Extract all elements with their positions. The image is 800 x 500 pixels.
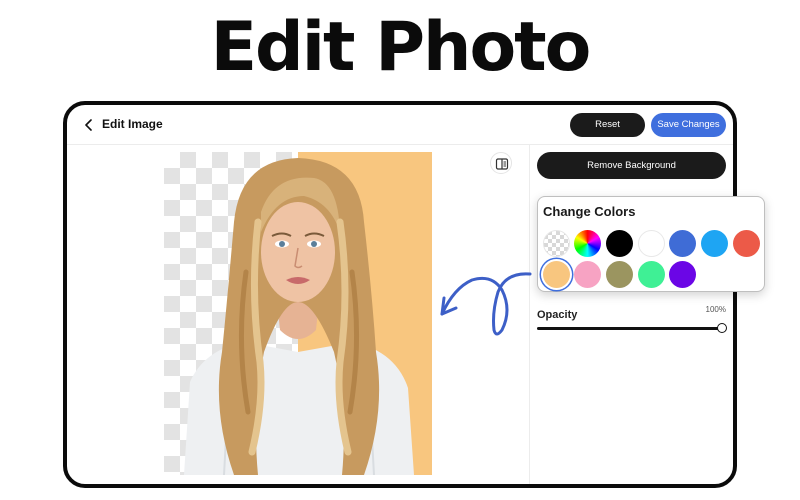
remove-background-button[interactable]: Remove Background xyxy=(537,152,726,179)
swatch-black[interactable] xyxy=(606,230,633,257)
swatch-white[interactable] xyxy=(638,230,665,257)
compare-toggle-button[interactable] xyxy=(490,152,512,174)
swatch-coral-red[interactable] xyxy=(733,230,760,257)
opacity-value: 100% xyxy=(705,305,726,314)
swatch-custom-color-picker[interactable] xyxy=(574,230,601,257)
change-colors-panel: Change Colors xyxy=(537,196,765,292)
swatch-royal-blue[interactable] xyxy=(669,230,696,257)
chevron-left-icon xyxy=(85,119,92,131)
photo-canvas[interactable] xyxy=(164,152,432,475)
top-bar: Edit Image Reset Save Changes xyxy=(67,105,733,145)
back-button[interactable] xyxy=(81,117,97,133)
split-view-icon xyxy=(495,158,509,170)
hand-drawn-arrow-icon xyxy=(440,272,532,336)
portrait-photo xyxy=(184,158,414,475)
swatch-mint[interactable] xyxy=(638,261,665,288)
swatch-peach[interactable] xyxy=(543,261,570,288)
swatch-olive[interactable] xyxy=(606,261,633,288)
swatch-pink[interactable] xyxy=(574,261,601,288)
swatch-violet[interactable] xyxy=(669,261,696,288)
hero-title: Edit Photo xyxy=(210,8,592,87)
opacity-slider-thumb[interactable] xyxy=(717,323,727,333)
swatch-sky-blue[interactable] xyxy=(701,230,728,257)
opacity-slider-track[interactable] xyxy=(537,327,723,330)
swatch-transparent[interactable] xyxy=(543,230,570,257)
change-colors-title: Change Colors xyxy=(543,204,636,219)
opacity-label: Opacity xyxy=(537,309,578,321)
app-window: Edit Image Reset Save Changes Remove Bac… xyxy=(63,101,737,488)
reset-button[interactable]: Reset xyxy=(570,113,645,137)
save-changes-button[interactable]: Save Changes xyxy=(651,113,726,137)
page-title: Edit Image xyxy=(102,117,163,131)
